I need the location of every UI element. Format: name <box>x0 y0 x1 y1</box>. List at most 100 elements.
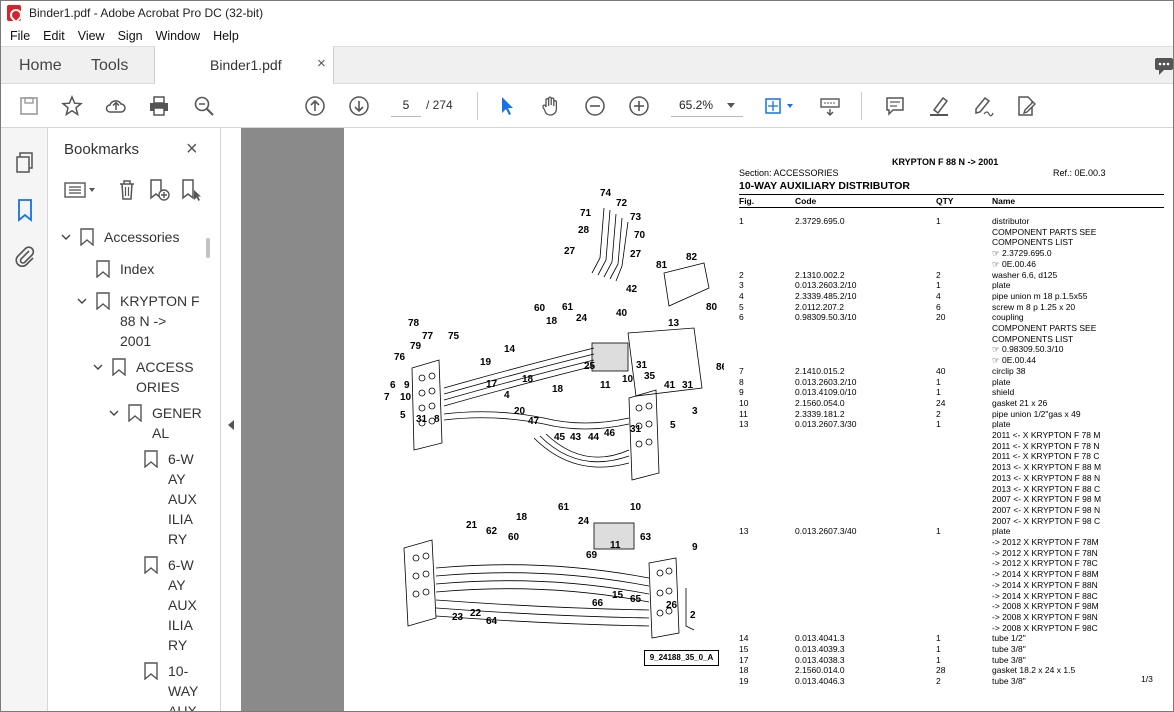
column-header-fig: Fig. <box>739 196 755 206</box>
bookmark-item-6way-a-line1[interactable]: 6-W <box>168 449 194 469</box>
table-cell-qty: 1 <box>936 419 941 430</box>
zoom-in-icon[interactable] <box>627 94 651 118</box>
table-cell-qty: 1 <box>936 216 941 226</box>
tab-tools[interactable]: Tools <box>91 57 128 75</box>
page-thumbnails-icon[interactable] <box>13 150 37 174</box>
tab-close-icon[interactable]: × <box>317 55 326 72</box>
svg-text:31: 31 <box>636 360 648 371</box>
tab-document[interactable]: Binder1.pdf × <box>154 46 334 85</box>
bookmark-item-6way-a-line2[interactable]: AY <box>168 469 186 489</box>
bookmark-item-krypton-line1[interactable]: KRYPTON F <box>120 291 200 311</box>
svg-text:18: 18 <box>552 384 564 395</box>
bookmark-item-accessories-sub-line2[interactable]: ORIES <box>136 377 180 397</box>
upload-cloud-icon[interactable] <box>104 94 128 118</box>
table-cell-name: -> 2012 X KRYPTON F 78C <box>992 558 1098 569</box>
exploded-parts-drawing: 74 72 71 73 28 70 27 27 82 81 42 80 60 6… <box>384 188 724 639</box>
bookmark-item-index[interactable]: Index <box>120 259 154 279</box>
svg-text:13: 13 <box>668 318 680 329</box>
zoom-level-value: 65.2% <box>679 98 714 112</box>
bookmark-item-6way-b-line1[interactable]: 6-W <box>168 555 194 575</box>
hand-tool-icon[interactable] <box>539 94 563 118</box>
window-title: Binder1.pdf - Adobe Acrobat Pro DC (32-b… <box>29 6 264 20</box>
table-cell-fig: 18 <box>739 665 749 676</box>
menu-view[interactable]: View <box>78 29 105 43</box>
comment-icon[interactable] <box>883 94 907 118</box>
menu-edit[interactable]: Edit <box>43 29 65 43</box>
chevron-down-icon <box>727 103 735 108</box>
svg-text:41: 41 <box>664 380 676 391</box>
menu-window[interactable]: Window <box>156 29 200 43</box>
highlight-pen-icon[interactable] <box>927 94 951 118</box>
bookmarks-scrollbar[interactable] <box>206 238 210 258</box>
close-icon[interactable]: × <box>186 138 198 161</box>
svg-text:80: 80 <box>706 302 718 313</box>
page-number-input[interactable]: 5 <box>391 93 421 117</box>
bookmark-icon <box>144 556 158 575</box>
page-down-icon[interactable] <box>347 94 371 118</box>
bookmark-item-krypton-line3[interactable]: 2001 <box>120 331 151 351</box>
bookmark-item-general-line2[interactable]: AL <box>152 423 169 443</box>
table-cell-fig: 9 <box>739 387 744 398</box>
comment-bubble-icon[interactable] <box>1153 55 1173 77</box>
attachments-paperclip-icon[interactable] <box>13 244 37 268</box>
delete-trash-icon[interactable] <box>115 178 141 204</box>
chevron-down-icon[interactable] <box>109 408 119 418</box>
print-icon[interactable] <box>147 94 171 118</box>
menu-help[interactable]: Help <box>213 29 239 43</box>
bookmark-icon <box>128 404 142 423</box>
edit-pdf-icon[interactable] <box>1014 94 1038 118</box>
table-cell-fig: 5 <box>739 301 744 312</box>
bookmark-item-6way-b-line3[interactable]: AUX <box>168 595 197 615</box>
bookmark-item-6way-b-line4[interactable]: ILIA <box>168 615 193 635</box>
table-cell-code: 0.013.2607.3/40 <box>795 526 857 537</box>
bookmark-item-accessories[interactable]: Accessories <box>104 227 179 247</box>
bookmark-item-6way-b-line5[interactable]: RY <box>168 635 187 655</box>
bookmark-item-6way-a-line3[interactable]: AUX <box>168 489 197 509</box>
bookmark-item-10way-line3[interactable]: AUX <box>168 701 197 711</box>
zoom-out-icon[interactable] <box>583 94 607 118</box>
bookmark-item-10way-line2[interactable]: WAY <box>168 681 198 701</box>
page-up-icon[interactable] <box>303 94 327 118</box>
menu-sign[interactable]: Sign <box>118 29 143 43</box>
bookmark-icon <box>112 358 126 377</box>
save-icon[interactable] <box>17 94 41 118</box>
bookmark-item-6way-a-line4[interactable]: ILIA <box>168 509 193 529</box>
menu-file[interactable]: File <box>10 29 30 43</box>
bookmarks-panel-icon[interactable] <box>13 198 37 222</box>
table-cell-name: pipe union 1/2"gas x 49 <box>992 408 1081 419</box>
bookmark-item-accessories-sub-line1[interactable]: ACCESS <box>136 357 194 377</box>
table-cell-fig: 3 <box>739 280 744 291</box>
panel-collapse-handle[interactable] <box>222 128 240 711</box>
find-bookmark-icon[interactable] <box>179 178 205 204</box>
new-bookmark-icon[interactable] <box>147 178 173 204</box>
chevron-down-icon[interactable] <box>93 362 103 372</box>
svg-text:18: 18 <box>522 374 534 385</box>
bookmark-item-6way-a-line5[interactable]: RY <box>168 529 187 549</box>
table-cell-name: tube 3/8" <box>992 644 1026 654</box>
bookmark-item-10way-line1[interactable]: 10- <box>168 661 188 681</box>
options-menu-icon[interactable] <box>63 178 99 204</box>
toolbar-divider <box>477 92 478 120</box>
svg-text:76: 76 <box>394 352 406 363</box>
draw-sign-icon[interactable] <box>971 94 995 118</box>
bookmark-item-krypton-line2[interactable]: 88 N -> <box>120 311 166 331</box>
svg-text:5: 5 <box>670 420 676 431</box>
keyboard-scroll-icon[interactable] <box>818 94 842 118</box>
document-viewer[interactable]: 74 72 71 73 28 70 27 27 82 81 42 80 60 6… <box>241 128 1173 711</box>
chevron-down-icon[interactable] <box>77 296 87 306</box>
select-cursor-icon[interactable] <box>495 94 519 118</box>
zoom-level-dropdown[interactable]: 65.2% <box>671 93 743 117</box>
svg-text:27: 27 <box>564 246 576 257</box>
table-cell-qty: 4 <box>936 290 941 301</box>
bookmark-item-6way-b-line2[interactable]: AY <box>168 575 186 595</box>
tab-home[interactable]: Home <box>19 57 62 75</box>
tab-document-label: Binder1.pdf <box>210 57 282 73</box>
svg-text:28: 28 <box>578 225 590 236</box>
bookmark-star-icon[interactable] <box>60 94 84 118</box>
bookmark-item-general-line1[interactable]: GENER <box>152 403 202 423</box>
svg-text:19: 19 <box>480 357 492 368</box>
zoom-search-icon[interactable] <box>192 94 216 118</box>
fit-page-icon[interactable] <box>763 94 799 118</box>
table-cell-name: -> 2014 X KRYPTON F 88C <box>992 590 1098 601</box>
chevron-down-icon[interactable] <box>61 232 71 242</box>
